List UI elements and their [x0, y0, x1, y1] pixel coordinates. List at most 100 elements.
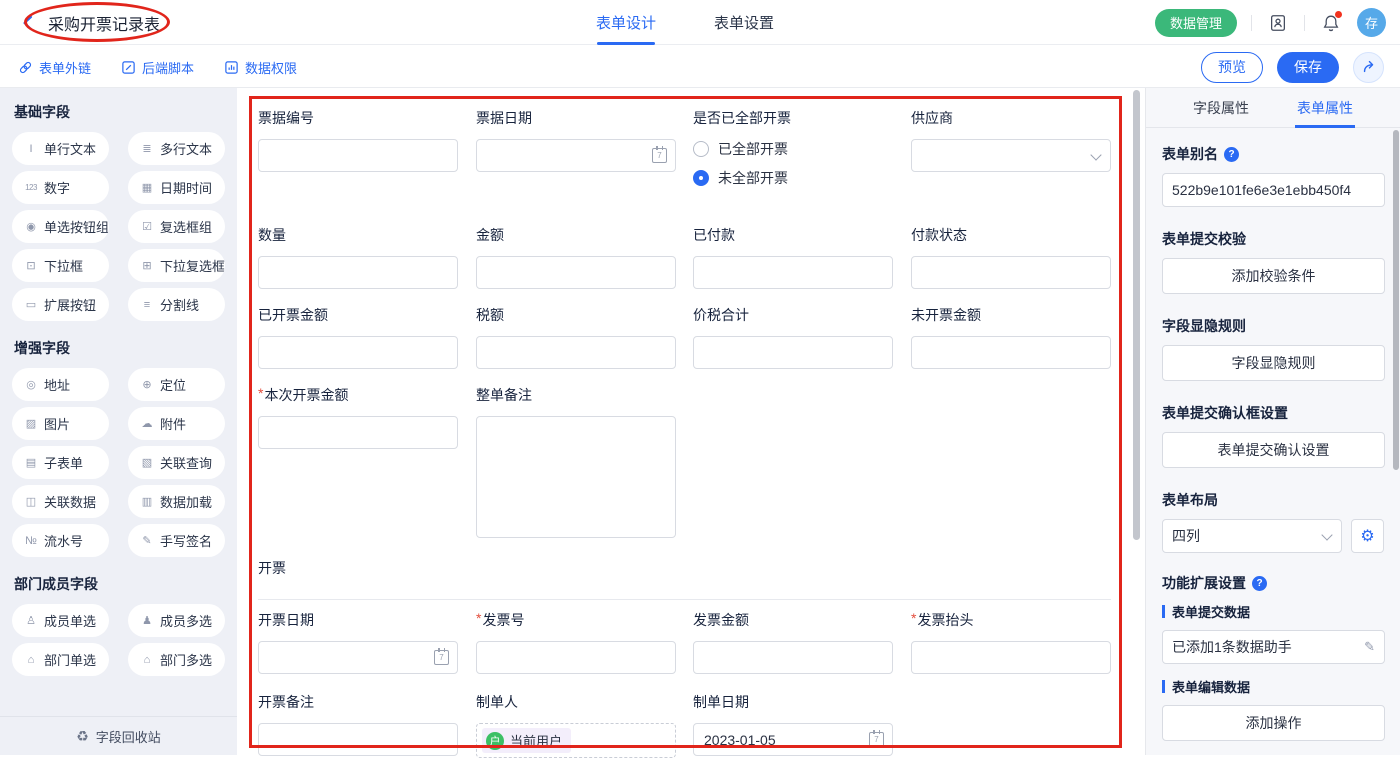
panel-scrollbar[interactable] — [1393, 130, 1399, 470]
form-alias-input[interactable] — [1162, 173, 1385, 207]
avatar[interactable]: 存 — [1357, 8, 1386, 37]
uninvoiced-amount-input[interactable] — [911, 336, 1111, 369]
field-invoice-no[interactable]: *发票号 — [476, 610, 676, 674]
radio-option-all-invoiced[interactable]: 已全部开票 — [693, 139, 893, 159]
field-creator[interactable]: 制单人 户 当前用户 — [476, 692, 676, 758]
field-invoiced-amount[interactable]: 已开票金额 — [258, 305, 458, 369]
pill-multi-select[interactable]: ⊞下拉复选框 — [128, 249, 225, 282]
invoice-amount-input[interactable] — [693, 641, 893, 674]
contacts-icon[interactable] — [1266, 11, 1290, 35]
pill-radio-group[interactable]: ◉单选按钮组 — [12, 210, 109, 243]
field-paid[interactable]: 已付款 — [693, 225, 893, 289]
pill-image[interactable]: ▨图片 — [12, 407, 109, 440]
pill-data-load[interactable]: ▥数据加载 — [128, 485, 225, 518]
bill-date-input[interactable] — [476, 139, 676, 172]
pill-extend-button[interactable]: ▭扩展按钮 — [12, 288, 109, 321]
field-order-note[interactable]: 整单备注 — [476, 385, 676, 543]
creator-field[interactable]: 户 当前用户 — [476, 723, 676, 758]
field-supplier[interactable]: 供应商 — [911, 108, 1111, 172]
field-fully-invoiced[interactable]: 是否已全部开票 已全部开票 未全部开票 — [693, 108, 893, 197]
pill-linked-data[interactable]: ◫关联数据 — [12, 485, 109, 518]
pill-member-single[interactable]: ♙成员单选 — [12, 604, 109, 637]
pill-location[interactable]: ⊕定位 — [128, 368, 225, 401]
invoiced-amount-input[interactable] — [258, 336, 458, 369]
radio-unchecked-icon[interactable] — [693, 141, 709, 157]
tab-form-design[interactable]: 表单设计 — [596, 0, 656, 45]
amount-input[interactable] — [476, 256, 676, 289]
help-icon[interactable]: ? — [1252, 576, 1267, 591]
pay-status-input[interactable] — [911, 256, 1111, 289]
supplier-select[interactable] — [911, 139, 1111, 172]
tax-total-input[interactable] — [693, 336, 893, 369]
invoice-note-input[interactable] — [258, 723, 458, 756]
radio-checked-icon[interactable] — [693, 170, 709, 186]
pill-address[interactable]: ◎地址 — [12, 368, 109, 401]
order-note-textarea[interactable] — [476, 416, 676, 538]
tab-form-properties[interactable]: 表单属性 — [1297, 88, 1353, 128]
edit-data-add-action-button[interactable]: 添加操作 — [1162, 705, 1385, 741]
quantity-input[interactable] — [258, 256, 458, 289]
backend-script-link[interactable]: 后端脚本 — [121, 58, 194, 77]
tax-input[interactable] — [476, 336, 676, 369]
section-invoice[interactable]: 开票 — [258, 558, 1111, 600]
field-invoice-title[interactable]: *发票抬头 — [911, 610, 1111, 674]
field-bill-no[interactable]: 票据编号 — [258, 108, 458, 172]
invoice-date-input[interactable] — [258, 641, 458, 674]
back-icon[interactable] — [16, 11, 40, 35]
pill-divider-line[interactable]: ≡分割线 — [128, 288, 225, 321]
pill-signature[interactable]: ✎手写签名 — [128, 524, 225, 557]
pill-checkbox-group[interactable]: ☑复选框组 — [128, 210, 225, 243]
layout-settings-button[interactable]: ⚙ — [1351, 519, 1384, 553]
field-tax-total[interactable]: 价税合计 — [693, 305, 893, 369]
save-button[interactable]: 保存 — [1277, 52, 1339, 83]
data-manage-button[interactable]: 数据管理 — [1155, 9, 1237, 37]
pill-serial-number[interactable]: №流水号 — [12, 524, 109, 557]
form-external-link[interactable]: 表单外链 — [18, 58, 91, 77]
layout-select[interactable]: 四列 — [1162, 519, 1342, 553]
bill-no-input[interactable] — [258, 139, 458, 172]
invoice-title-input[interactable] — [911, 641, 1111, 674]
field-create-date[interactable]: 制单日期 7 — [693, 692, 893, 756]
visibility-rules-button[interactable]: 字段显隐规则 — [1162, 345, 1385, 381]
help-icon[interactable]: ? — [1224, 147, 1239, 162]
canvas-scrollbar[interactable] — [1133, 90, 1140, 540]
radio-option-not-all-invoiced[interactable]: 未全部开票 — [693, 168, 893, 188]
data-permission-link[interactable]: 数据权限 — [224, 58, 297, 77]
pill-attachment[interactable]: ☁附件 — [128, 407, 225, 440]
preview-button[interactable]: 预览 — [1201, 52, 1263, 83]
field-invoice-date[interactable]: 开票日期 7 — [258, 610, 458, 674]
pill-datetime[interactable]: ▦日期时间 — [128, 171, 225, 204]
pill-member-multi[interactable]: ♟成员多选 — [128, 604, 225, 637]
field-invoice-note[interactable]: 开票备注 — [258, 692, 458, 756]
field-tax[interactable]: 税额 — [476, 305, 676, 369]
create-date-input[interactable] — [693, 723, 893, 756]
share-button[interactable] — [1353, 52, 1384, 83]
submit-confirm-button[interactable]: 表单提交确认设置 — [1162, 432, 1385, 468]
data-assistant-field[interactable]: 已添加1条数据助手 ✎ — [1162, 630, 1385, 664]
paid-input[interactable] — [693, 256, 893, 289]
pill-multi-line-text[interactable]: ≣多行文本 — [128, 132, 225, 165]
pill-dept-multi[interactable]: ⌂部门多选 — [128, 643, 225, 676]
field-invoice-amount[interactable]: 发票金额 — [693, 610, 893, 674]
pill-subform[interactable]: ▤子表单 — [12, 446, 109, 479]
field-amount[interactable]: 金额 — [476, 225, 676, 289]
current-user-tag[interactable]: 户 当前用户 — [482, 728, 571, 753]
form-canvas[interactable]: 票据编号 票据日期 7 是否已全部开票 已全部开票 未全部开票 供应商 数量 金… — [237, 88, 1145, 755]
field-pay-status[interactable]: 付款状态 — [911, 225, 1111, 289]
tab-form-settings[interactable]: 表单设置 — [714, 0, 774, 45]
bell-icon[interactable] — [1319, 11, 1343, 35]
add-check-condition-button[interactable]: 添加校验条件 — [1162, 258, 1385, 294]
field-recycle-bin[interactable]: ♻ 字段回收站 — [0, 716, 237, 755]
invoice-no-input[interactable] — [476, 641, 676, 674]
pill-single-line-text[interactable]: I单行文本 — [12, 132, 109, 165]
current-invoice-amount-input[interactable] — [258, 416, 458, 449]
field-uninvoiced-amount[interactable]: 未开票金额 — [911, 305, 1111, 369]
field-quantity[interactable]: 数量 — [258, 225, 458, 289]
field-current-invoice-amount[interactable]: *本次开票金额 — [258, 385, 458, 449]
pill-number[interactable]: 123数字 — [12, 171, 109, 204]
pill-dept-single[interactable]: ⌂部门单选 — [12, 643, 109, 676]
field-bill-date[interactable]: 票据日期 7 — [476, 108, 676, 172]
pill-select[interactable]: ⊡下拉框 — [12, 249, 109, 282]
pill-linked-query[interactable]: ▧关联查询 — [128, 446, 225, 479]
edit-icon[interactable]: ✎ — [1364, 639, 1375, 655]
